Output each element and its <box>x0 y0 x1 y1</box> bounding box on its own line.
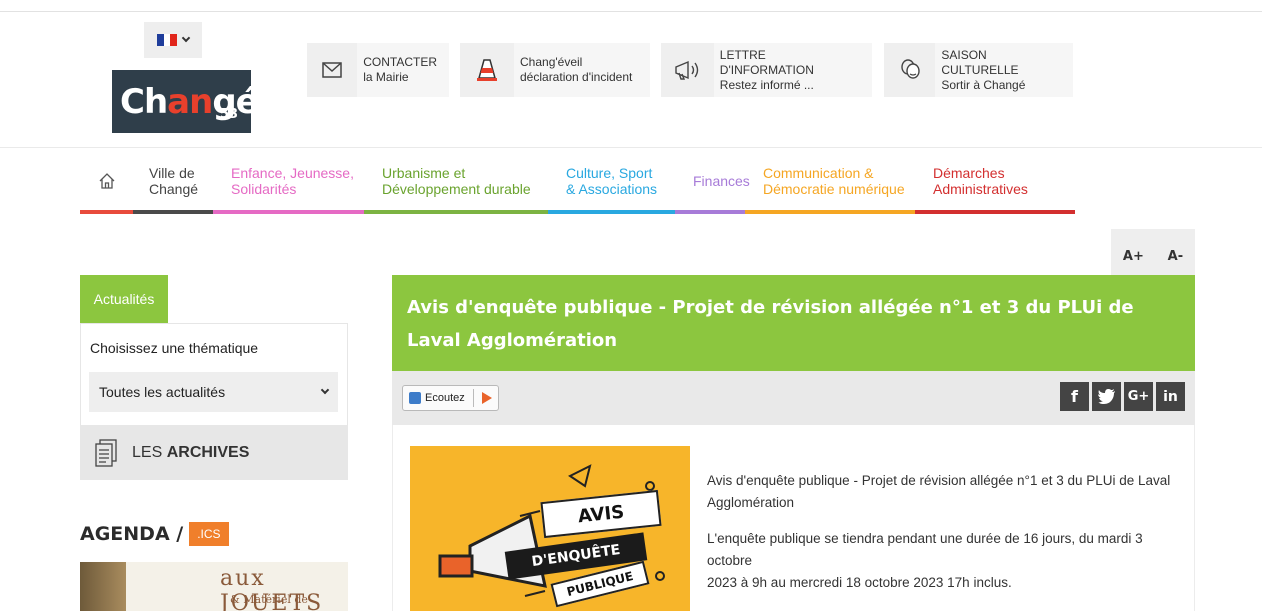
play-icon <box>481 392 492 404</box>
nav-line2: Développement durable <box>382 181 531 197</box>
agenda-heading: AGENDA / .ICS <box>80 522 229 546</box>
article-paragraph: L'enquête publique se tiendra pendant un… <box>707 531 1143 568</box>
twitter-icon[interactable] <box>1092 382 1121 411</box>
social-share: f G+ in <box>1060 382 1185 411</box>
listen-separator <box>472 389 474 407</box>
article-title: Avis d'enquête publique - Projet de révi… <box>392 275 1195 371</box>
nav-communication[interactable]: Communication & Démocratie numérique <box>745 148 915 214</box>
speaker-icon <box>409 392 421 404</box>
documents-icon <box>95 438 117 467</box>
theme-select-value: Toutes les actualités <box>99 384 226 400</box>
home-icon <box>99 173 114 189</box>
logo-text-b: an <box>167 81 213 122</box>
nav-line2: Solidarités <box>231 181 297 197</box>
nav-line2: Démocratie numérique <box>763 181 905 197</box>
nav-line2: & Associations <box>566 181 658 197</box>
google-plus-icon[interactable]: G+ <box>1124 382 1153 411</box>
agenda-image-left <box>80 562 126 611</box>
quick-link-changeveil[interactable]: Chang'éveil déclaration d'incident <box>460 43 650 97</box>
article-image: AVIS D'ENQUÊTE PUBLIQUE <box>410 446 690 611</box>
nav-line2: Administratives <box>933 181 1028 197</box>
nav-culture[interactable]: Culture, Sport & Associations <box>548 148 675 214</box>
nav-line1: Ville de <box>149 165 195 181</box>
quick-link-contact[interactable]: CONTACTER la Mairie <box>307 43 449 97</box>
language-selector[interactable] <box>144 22 202 58</box>
agenda-event-image[interactable]: aux JOUETS & Matériel de <box>80 562 348 611</box>
traffic-cone-icon <box>460 43 514 97</box>
facebook-icon[interactable]: f <box>1060 382 1089 411</box>
quick-link-title: CONTACTER <box>363 55 437 69</box>
nav-bar <box>548 210 675 214</box>
logo-text-a: Ch <box>120 81 168 122</box>
quick-link-newsletter[interactable]: LETTRE D'INFORMATION Restez informé ... <box>661 43 872 97</box>
ics-button[interactable]: .ICS <box>189 522 229 546</box>
nav-bar <box>745 210 915 214</box>
nav-bar <box>915 210 1075 214</box>
quick-link-subtitle: déclaration d'incident <box>520 70 633 84</box>
tab-actualites[interactable]: Actualités <box>80 275 168 323</box>
envelope-icon <box>307 43 358 97</box>
article-paragraph: Avis d'enquête publique - Projet de révi… <box>707 473 1171 510</box>
nav-ville-de-change[interactable]: Ville de Changé <box>133 148 213 214</box>
article-paragraph: 2023 à 9h au mercredi 18 octobre 2023 17… <box>707 575 1012 590</box>
nav-bar <box>364 210 548 214</box>
chevron-down-icon <box>320 385 330 395</box>
megaphone-icon <box>661 43 714 97</box>
article-toolbar: Ecoutez f G+ in <box>392 371 1195 425</box>
font-size-controls: A+ A- <box>1111 229 1195 275</box>
chevron-down-icon <box>181 33 191 43</box>
quick-link-title: SAISON CULTURELLE <box>941 47 1019 77</box>
nav-urbanisme[interactable]: Urbanisme et Développement durable <box>364 148 548 214</box>
nav-enfance[interactable]: Enfance, Jeunesse, Solidarités <box>213 148 364 214</box>
flag-fr-icon <box>157 34 178 46</box>
nav-demarches[interactable]: Démarches Administratives <box>915 148 1075 214</box>
archives-bold: ARCHIVES <box>166 443 250 461</box>
nav-finances[interactable]: Finances <box>675 148 750 214</box>
quick-link-culture[interactable]: SAISON CULTURELLE Sortir à Changé <box>884 43 1073 97</box>
font-decrease-button[interactable]: A- <box>1168 249 1183 264</box>
nav-line1: Démarches <box>933 165 1005 181</box>
nav-home[interactable] <box>80 148 133 214</box>
agenda-image-subtext: & Matériel de <box>230 593 308 606</box>
nav-line1: Urbanisme et <box>382 165 466 181</box>
nav-bar <box>80 210 133 214</box>
linkedin-icon[interactable]: in <box>1156 382 1185 411</box>
listen-label: Ecoutez <box>425 392 465 404</box>
quick-link-title: LETTRE D'INFORMATION <box>719 47 814 77</box>
logo-number: 53 <box>220 107 239 122</box>
font-increase-button[interactable]: A+ <box>1123 249 1144 264</box>
theme-select[interactable]: Toutes les actualités <box>89 372 338 412</box>
nav-bar <box>675 210 745 214</box>
article-text: Avis d'enquête publique - Projet de révi… <box>707 470 1177 608</box>
nav-line1: Communication & <box>763 165 874 181</box>
site-logo[interactable]: Ch an gé 53 <box>112 70 259 133</box>
top-divider <box>0 11 1262 12</box>
listen-button[interactable]: Ecoutez <box>402 385 499 411</box>
nav-line2: Changé <box>149 181 199 197</box>
nav-bar <box>133 210 213 214</box>
nav-line1: Enfance, Jeunesse, <box>231 165 354 181</box>
archives-prefix: LES <box>132 443 163 461</box>
quick-link-subtitle: Sortir à Changé <box>941 77 1026 92</box>
nav-line1: Culture, Sport <box>566 165 653 181</box>
quick-link-subtitle: Restez informé ... <box>719 77 814 92</box>
nav-bar <box>213 210 364 214</box>
quick-link-subtitle: la Mairie <box>363 70 409 84</box>
quick-link-title: Chang'éveil <box>520 55 583 69</box>
theme-label: Choisissez une thématique <box>90 340 259 356</box>
archives-link[interactable]: LES ARCHIVES <box>80 425 348 480</box>
nav-line1: Finances <box>693 173 750 189</box>
agenda-title: AGENDA / <box>80 523 184 545</box>
theater-masks-icon <box>884 43 936 97</box>
main-nav: Ville de Changé Enfance, Jeunesse, Solidar… <box>80 148 1075 214</box>
